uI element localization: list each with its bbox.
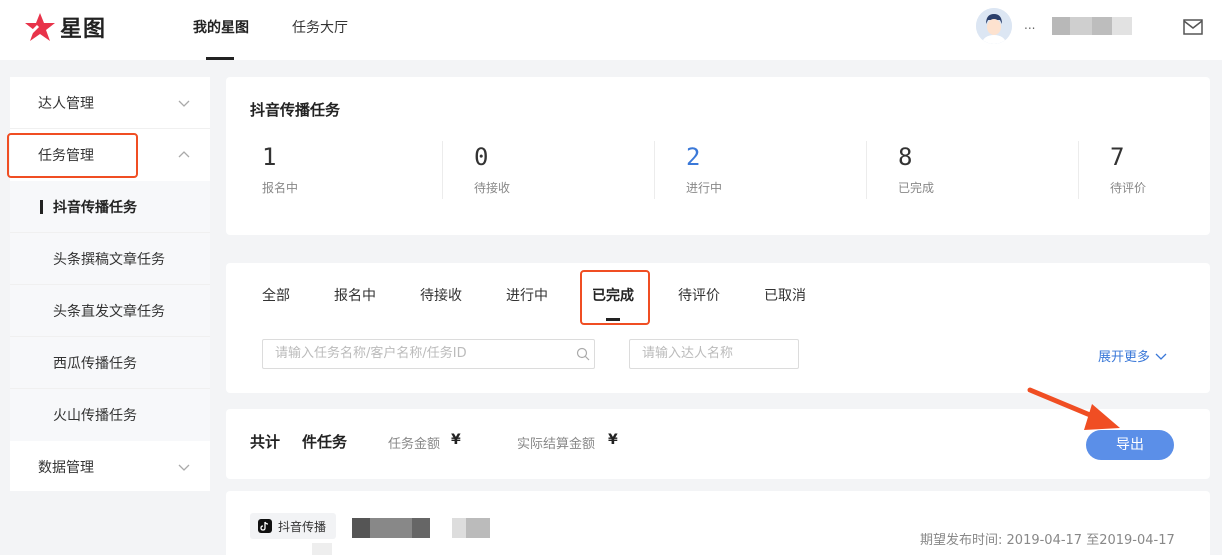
tab-all[interactable]: 全部	[262, 285, 290, 305]
highlight-box	[580, 270, 650, 325]
chevron-up-icon	[178, 151, 190, 158]
avatar-icon	[976, 8, 1012, 44]
expand-more-label: 展开更多	[1098, 350, 1151, 365]
settle-value: ¥	[608, 432, 618, 448]
divider	[1078, 141, 1079, 199]
sidebar-item-toutiao-draft[interactable]: 头条撰稿文章任务	[10, 233, 210, 285]
annotation-arrow-icon	[1027, 387, 1120, 430]
sidebar-item-talent[interactable]: 达人管理	[10, 77, 210, 129]
stat-value: 8	[898, 143, 913, 171]
task-name-redacted	[312, 543, 332, 555]
stat-in-progress[interactable]: 2 进行中	[674, 139, 886, 201]
stat-to-review[interactable]: 7 待评价	[1098, 139, 1222, 201]
chevron-down-icon	[1155, 353, 1167, 360]
mail-icon[interactable]	[1183, 19, 1203, 35]
username-redacted	[1070, 17, 1092, 35]
stat-label: 待接收	[474, 181, 511, 195]
amount-label: 任务金额	[388, 437, 441, 452]
stat-label: 进行中	[686, 181, 723, 195]
search-input[interactable]: 请输入任务名称/客户名称/任务ID	[262, 339, 595, 369]
star-logo-icon	[24, 13, 55, 41]
stat-value: 2	[686, 143, 701, 171]
nav-active-indicator	[206, 57, 234, 60]
overview-card: 抖音传播任务 1 报名中 0 待接收 2 进行中 8 已完成 7 待评价	[226, 77, 1210, 235]
search-placeholder: 请输入任务名称/客户名称/任务ID	[275, 346, 467, 361]
top-bar: 星图 我的星图 任务大厅 ...	[0, 0, 1222, 60]
active-indicator	[40, 200, 43, 214]
stat-completed[interactable]: 8 已完成	[886, 139, 1098, 201]
stat-label: 待评价	[1110, 181, 1147, 195]
sidebar-item-douyin[interactable]: 抖音传播任务	[10, 181, 210, 233]
tab-enrolling[interactable]: 报名中	[334, 285, 376, 305]
sidebar-item-label: 数据管理	[38, 460, 94, 476]
sidebar-item-label: 抖音传播任务	[53, 200, 137, 216]
divider	[866, 141, 867, 199]
talent-placeholder: 请输入达人名称	[642, 346, 734, 361]
stat-pending[interactable]: 0 待接收	[462, 139, 674, 201]
stat-label: 已完成	[898, 181, 935, 195]
task-name-redacted	[452, 518, 466, 538]
nav-task-hall[interactable]: 任务大厅	[292, 17, 348, 37]
settle-label: 实际结算金额	[517, 437, 596, 452]
chevron-down-icon	[178, 464, 190, 471]
username-redacted	[1112, 17, 1132, 35]
avatar[interactable]	[976, 8, 1012, 44]
highlight-box	[7, 133, 138, 178]
task-name-redacted	[466, 518, 490, 538]
task-name-redacted	[370, 518, 412, 538]
expected-publish-time: 期望发布时间: 2019-04-17 至2019-04-17	[920, 529, 1175, 548]
sidebar-item-huoshan[interactable]: 火山传播任务	[10, 389, 210, 441]
total-suffix: 件任务	[302, 433, 348, 451]
stat-value: 1	[262, 143, 277, 171]
sidebar-item-label: 西瓜传播任务	[53, 356, 137, 372]
platform-tag-label: 抖音传播	[278, 519, 327, 534]
logo-text: 星图	[60, 17, 107, 42]
stat-enrolling[interactable]: 1 报名中	[250, 139, 462, 201]
expand-more-link[interactable]: 展开更多	[1098, 346, 1167, 365]
tab-cancelled[interactable]: 已取消	[764, 285, 806, 305]
logo[interactable]: 星图	[24, 10, 106, 44]
sidebar-item-label: 头条直发文章任务	[53, 304, 165, 320]
username-redacted	[1052, 17, 1070, 35]
filter-card: 全部 报名中 待接收 进行中 已完成 待评价 已取消 请输入任务名称/客户名称/…	[226, 263, 1210, 393]
stat-value: 7	[1110, 143, 1125, 171]
username-redacted	[1092, 17, 1112, 35]
sidebar-item-xigua[interactable]: 西瓜传播任务	[10, 337, 210, 389]
task-card[interactable]: 抖音传播 期望发布时间: 2019-04-17 至2019-04-17	[226, 491, 1210, 555]
sidebar-item-toutiao-direct[interactable]: 头条直发文章任务	[10, 285, 210, 337]
sidebar-item-data[interactable]: 数据管理	[10, 441, 210, 493]
tab-pending[interactable]: 待接收	[420, 285, 462, 305]
sidebar-item-label: 头条撰稿文章任务	[53, 252, 165, 268]
talent-input[interactable]: 请输入达人名称	[629, 339, 799, 369]
tab-to-review[interactable]: 待评价	[678, 285, 720, 305]
divider	[654, 141, 655, 199]
chevron-down-icon	[178, 100, 190, 107]
stat-label: 报名中	[262, 181, 299, 195]
amount-value: ¥	[451, 432, 461, 448]
stat-value: 0	[474, 143, 489, 171]
platform-tag: 抖音传播	[250, 513, 336, 539]
search-icon[interactable]	[576, 347, 590, 361]
date-value: 2019-04-17 至2019-04-17	[1006, 533, 1175, 548]
sidebar-item-label: 火山传播任务	[53, 408, 137, 424]
tiktok-icon	[258, 519, 272, 533]
total-prefix: 共计	[250, 433, 281, 451]
task-name-redacted	[352, 518, 370, 538]
nav-my-star[interactable]: 我的星图	[193, 17, 249, 37]
page-title: 抖音传播任务	[250, 101, 341, 119]
tab-in-progress[interactable]: 进行中	[506, 285, 548, 305]
sidebar-item-label: 达人管理	[38, 96, 94, 112]
task-name-redacted	[412, 518, 430, 538]
date-label: 期望发布时间:	[920, 533, 1003, 548]
divider	[442, 141, 443, 199]
username: ...	[1024, 18, 1036, 32]
